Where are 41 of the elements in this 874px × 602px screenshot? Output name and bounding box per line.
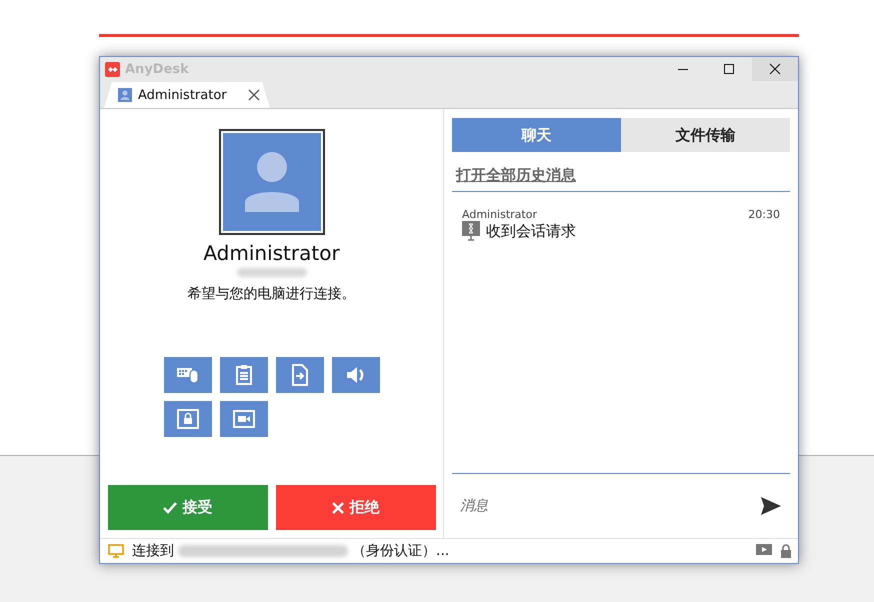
caller-name: Administrator bbox=[203, 241, 340, 265]
message-time: 20:30 bbox=[748, 208, 780, 221]
close-icon bbox=[769, 63, 781, 75]
status-text: 连接到 bbox=[132, 542, 174, 560]
checkmark-icon bbox=[162, 502, 176, 514]
user-icon bbox=[118, 88, 132, 102]
message-input[interactable]: 消息 bbox=[458, 497, 752, 515]
permission-button[interactable] bbox=[276, 357, 324, 393]
app-logo-icon bbox=[105, 62, 120, 76]
session-tab[interactable]: Administrator bbox=[104, 82, 270, 108]
screen-play-icon bbox=[756, 544, 772, 558]
message-text: 收到会话请求 bbox=[486, 222, 576, 240]
tab-label: Administrator bbox=[138, 88, 228, 102]
accept-button[interactable]: 接受 bbox=[108, 485, 268, 530]
close-button[interactable] bbox=[752, 57, 798, 81]
history-link[interactable]: 打开全部历史消息 bbox=[452, 166, 576, 185]
monitor-icon bbox=[108, 544, 124, 558]
status-text: （身份认证）... bbox=[352, 542, 450, 560]
keyboard-mouse-icon bbox=[176, 365, 200, 385]
close-icon[interactable] bbox=[248, 89, 260, 101]
redacted-blur bbox=[236, 268, 306, 277]
message-sender: Administrator bbox=[462, 208, 537, 221]
maximize-icon bbox=[723, 63, 735, 75]
request-message: 希望与您的电脑进行连接。 bbox=[188, 285, 356, 303]
video-camera-icon bbox=[232, 410, 254, 428]
hourglass-icon bbox=[462, 221, 480, 241]
send-icon[interactable] bbox=[760, 496, 782, 516]
chat-tab[interactable]: 聊天 bbox=[452, 118, 621, 152]
permission-button[interactable] bbox=[164, 357, 212, 393]
permission-button[interactable] bbox=[332, 357, 380, 393]
clipboard-icon bbox=[234, 364, 252, 386]
screen-lock-icon bbox=[176, 409, 198, 429]
chat-tab[interactable]: 文件传输 bbox=[621, 118, 790, 152]
permission-button[interactable] bbox=[164, 401, 212, 437]
file-arrow-icon bbox=[290, 364, 308, 386]
speaker-icon bbox=[344, 365, 366, 385]
close-icon bbox=[332, 502, 344, 514]
permission-button[interactable] bbox=[220, 401, 268, 437]
lock-icon bbox=[780, 544, 792, 558]
reject-button[interactable]: 拒绝 bbox=[276, 485, 436, 530]
permission-button[interactable] bbox=[220, 357, 268, 393]
